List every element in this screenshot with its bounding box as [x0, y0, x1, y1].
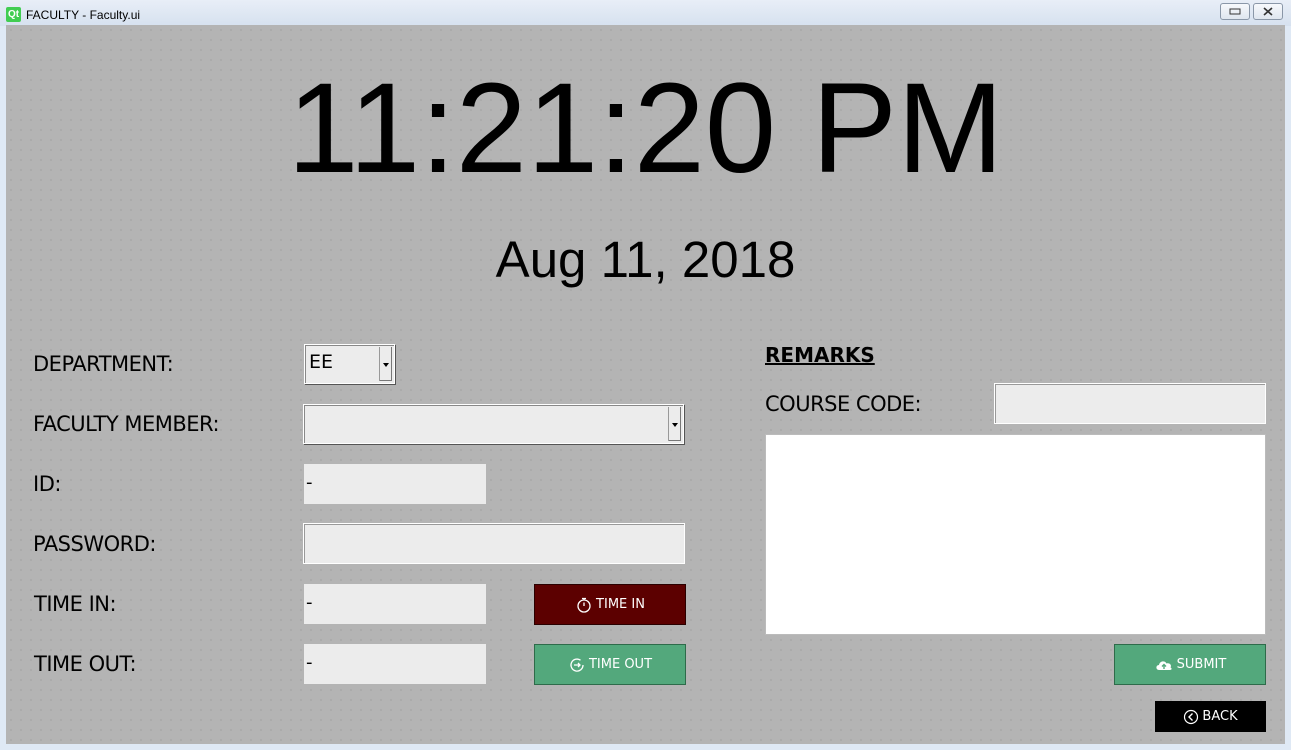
time-out-button-label: TIME OUT [588, 657, 653, 672]
faculty-member-combobox[interactable] [303, 404, 684, 444]
course-code-label: COURSE CODE: [765, 392, 922, 416]
submit-button-label: SUBMIT [1176, 657, 1227, 672]
time-in-field: - [304, 584, 486, 624]
id-field: - [304, 464, 486, 504]
time-in-label: TIME IN: [34, 592, 117, 616]
department-combobox[interactable]: EE [304, 344, 395, 384]
id-label: ID: [33, 472, 61, 496]
password-label: PASSWORD: [33, 532, 156, 556]
remarks-heading: REMARKS [765, 343, 875, 367]
circle-chevron-left-icon [1184, 709, 1199, 724]
time-out-field: - [304, 644, 486, 684]
close-icon [1263, 7, 1273, 16]
department-value: EE [309, 351, 334, 373]
remarks-textarea[interactable] [765, 434, 1266, 635]
time-in-button[interactable]: TIME IN [534, 584, 686, 625]
course-code-input[interactable] [994, 383, 1266, 424]
clock-date: Aug 11, 2018 [495, 231, 796, 288]
time-in-button-label: TIME IN [596, 597, 645, 612]
window-title: FACULTY - Faculty.ui [26, 8, 141, 22]
submit-button[interactable]: SUBMIT [1114, 644, 1266, 685]
minimize-button[interactable] [1220, 3, 1250, 20]
time-out-label: TIME OUT: [34, 652, 137, 676]
title-bar: Qt FACULTY - Faculty.ui [0, 0, 1291, 26]
clock-time: 11:21:20 PM [287, 57, 1004, 200]
time-out-button[interactable]: TIME OUT [534, 644, 686, 685]
minimize-icon [1229, 8, 1241, 15]
department-label: DEPARTMENT: [33, 352, 174, 376]
back-button[interactable]: BACK [1155, 701, 1266, 732]
clock-arrow-icon [570, 657, 584, 672]
cloud-upload-icon [1156, 660, 1172, 670]
back-button-label: BACK [1202, 709, 1238, 724]
chevron-down-icon[interactable] [668, 407, 681, 441]
chevron-down-icon[interactable] [379, 347, 392, 381]
password-input[interactable] [303, 523, 685, 564]
close-button[interactable] [1253, 3, 1283, 20]
main-window: 11:21:20 PM Aug 11, 2018 DEPARTMENT: EE … [6, 25, 1285, 744]
qt-logo-icon: Qt [6, 7, 21, 22]
faculty-member-label: FACULTY MEMBER: [33, 412, 220, 436]
stopwatch-icon [577, 597, 591, 613]
